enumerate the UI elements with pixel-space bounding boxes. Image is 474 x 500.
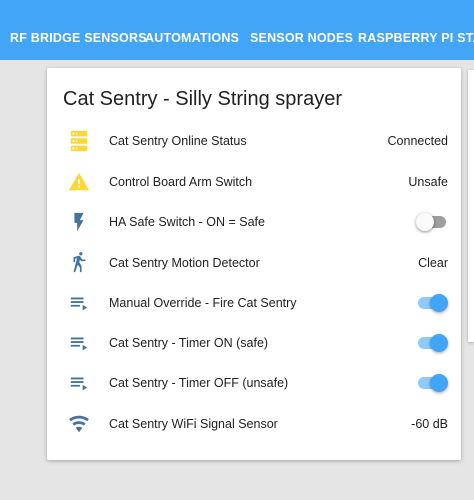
timer-off-toggle[interactable] — [416, 373, 448, 393]
playlist-icon — [67, 371, 91, 395]
entity-row-ha-safe-switch: HA Safe Switch - ON = Safe — [47, 202, 461, 242]
entity-label: Cat Sentry - Timer OFF (unsafe) — [109, 376, 289, 390]
entity-state: Clear — [418, 256, 448, 270]
entity-label: Manual Override - Fire Cat Sentry — [109, 296, 297, 310]
tab-rf-bridge-sensors[interactable]: RF BRIDGE SENSORS — [10, 0, 147, 60]
playlist-icon — [67, 291, 91, 315]
toggle-thumb — [430, 294, 448, 312]
manual-override-toggle[interactable] — [416, 293, 448, 313]
top-tab-bar: RF BRIDGE SENSORS AUTOMATIONS SENSOR NOD… — [0, 0, 474, 60]
warning-icon — [67, 170, 91, 194]
entity-row-wifi-signal[interactable]: Cat Sentry WiFi Signal Sensor -60 dB — [47, 404, 461, 444]
timer-on-toggle[interactable] — [416, 333, 448, 353]
entity-label: HA Safe Switch - ON = Safe — [109, 215, 265, 229]
entity-label: Control Board Arm Switch — [109, 175, 253, 189]
entity-label: Cat Sentry Motion Detector — [109, 256, 260, 270]
server-icon — [67, 129, 91, 153]
entity-label: Cat Sentry Online Status — [109, 134, 247, 148]
entity-label: Cat Sentry WiFi Signal Sensor — [109, 417, 278, 431]
tab-sensor-nodes[interactable]: SENSOR NODES — [250, 0, 353, 60]
entity-state: -60 dB — [411, 417, 448, 431]
toggle-thumb — [430, 374, 448, 392]
card-title: Cat Sentry - Silly String sprayer — [63, 88, 342, 110]
entity-row-manual-override: Manual Override - Fire Cat Sentry — [47, 283, 461, 323]
tab-automations[interactable]: AUTOMATIONS — [145, 0, 239, 60]
ha-safe-toggle[interactable] — [416, 212, 448, 232]
entity-label: Cat Sentry - Timer ON (safe) — [109, 336, 269, 350]
toggle-thumb — [430, 334, 448, 352]
entity-row-timer-off: Cat Sentry - Timer OFF (unsafe) — [47, 363, 461, 403]
entity-state: Connected — [387, 134, 448, 148]
tab-raspberry-pi-stats[interactable]: RASPBERRY PI STATS — [358, 0, 474, 60]
playlist-icon — [67, 331, 91, 355]
entity-row-online-status[interactable]: Cat Sentry Online Status Connected — [47, 121, 461, 161]
entity-row-arm-switch[interactable]: Control Board Arm Switch Unsafe — [47, 162, 461, 202]
entity-row-timer-on: Cat Sentry - Timer ON (safe) — [47, 323, 461, 363]
entity-row-motion-detector[interactable]: Cat Sentry Motion Detector Clear — [47, 243, 461, 283]
walk-icon — [67, 251, 91, 275]
wifi-icon — [67, 412, 91, 436]
toggle-thumb — [416, 213, 434, 231]
flash-icon — [67, 210, 91, 234]
adjacent-card-edge — [468, 70, 474, 342]
entities-card: Cat Sentry - Silly String sprayer Cat Se… — [47, 68, 461, 460]
entity-state: Unsafe — [408, 175, 448, 189]
